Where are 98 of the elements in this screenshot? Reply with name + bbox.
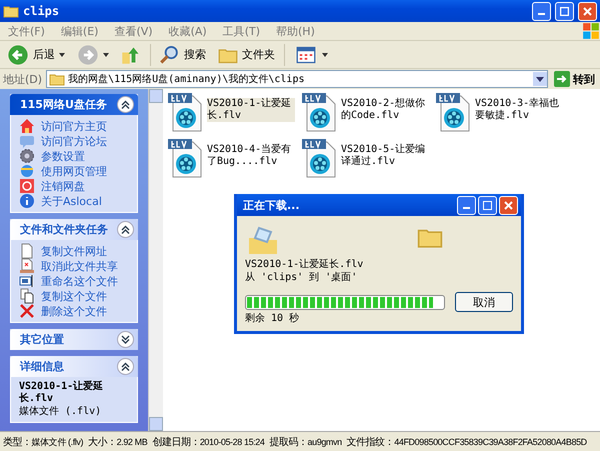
file-label[interactable]: VS2010-4-当爱有了Bug....flv [207, 144, 295, 168]
time-remaining: 剩余 10 秒 [245, 312, 300, 325]
status-label: 文件指纹： [346, 436, 394, 448]
speech-bubble-icon [19, 133, 35, 149]
maximize-icon [560, 6, 569, 16]
go-button[interactable]: 转到 [552, 71, 597, 87]
back-button[interactable]: 后退 [4, 42, 68, 66]
maximize-icon [483, 200, 492, 210]
cancel-button[interactable]: 取消 [455, 292, 513, 312]
browser-globe-icon [19, 163, 35, 179]
flv-file-icon [167, 138, 203, 178]
copy-route: 从 'clips' 到 '桌面' [245, 271, 358, 284]
flv-file-icon [301, 92, 337, 132]
shared-document-icon [19, 258, 35, 274]
panel-header[interactable]: 其它位置 [10, 329, 138, 350]
chevron-icon [121, 335, 130, 344]
status-label: 提取码： [270, 436, 308, 448]
file-label[interactable]: VS2010-5-让爱编译通过.flv [341, 144, 429, 168]
task-link[interactable]: 复制这个文件 [19, 289, 131, 303]
task-link[interactable]: 访问官方论坛 [19, 134, 131, 148]
status-label: 类型： [3, 436, 32, 448]
file-name: VS2010-1-让爱延长.flv [19, 381, 104, 405]
minimize-icon [538, 13, 545, 15]
search-button[interactable]: 搜索 [157, 42, 209, 66]
power-icon [19, 178, 35, 194]
search-icon [160, 44, 180, 64]
status-label: 大小： [88, 436, 117, 448]
caret-icon [322, 52, 328, 56]
task-link[interactable]: 使用网页管理 [19, 164, 131, 178]
caret-icon [59, 52, 65, 56]
chevron-icon [121, 100, 130, 109]
panel-title: 详细信息 [20, 359, 64, 374]
flv-file-icon [435, 92, 471, 132]
collapse-toggle[interactable] [117, 358, 134, 375]
task-link[interactable]: 关于Aslocal [19, 194, 131, 208]
file-name: VS2010-1-让爱延长.flv [245, 258, 364, 271]
file-label[interactable]: VS2010-3-幸福也要敏捷.flv [475, 98, 563, 122]
status-value: 2.92 MB [116, 436, 148, 446]
menu-item[interactable]: 工具(T) [214, 24, 268, 38]
file-label[interactable]: VS2010-2-想做你的Code.flv [341, 98, 429, 122]
chevron-icon [121, 362, 130, 371]
folders-button[interactable]: 文件夹 [215, 42, 278, 66]
menu-item[interactable]: 编辑(E) [52, 24, 106, 38]
delete-x-icon [19, 303, 35, 319]
close-button[interactable] [499, 196, 518, 214]
menu-item[interactable]: 查看(V) [106, 24, 161, 38]
task-link[interactable]: 访问官方主页 [19, 119, 131, 133]
status-value: 2010-05-28 15:24 [200, 436, 264, 446]
scrollbar[interactable] [148, 89, 163, 431]
minimize-button[interactable] [457, 196, 476, 214]
window-title: clips [23, 4, 60, 18]
document-icon [19, 243, 35, 259]
flv-file-icon [301, 138, 337, 178]
views-icon [294, 44, 318, 64]
panel-title: 文件和文件夹任务 [20, 222, 108, 237]
address-field[interactable]: 我的网盘\115网络U盘(aminany)\我的文件\clips [46, 70, 548, 88]
collapse-toggle[interactable] [117, 331, 134, 348]
panel-title: 其它位置 [20, 332, 64, 347]
close-icon [583, 6, 592, 16]
panel-header[interactable]: 详细信息 [10, 356, 138, 377]
task-link[interactable]: 重命名这个文件 [19, 274, 131, 288]
copy-document-icon [19, 288, 35, 304]
file-label[interactable]: VS2010-1-让爱延长.flv [207, 98, 295, 122]
gear-icon [19, 148, 35, 164]
chevron-icon [121, 225, 130, 234]
flv-file-icon [167, 92, 203, 132]
status-value: au9gmvn [308, 436, 342, 446]
dialog-title: 正在下载... [243, 198, 301, 212]
maximize-button[interactable] [478, 196, 497, 214]
task-link[interactable]: 取消此文件共享 [19, 259, 131, 273]
collapse-toggle[interactable] [117, 221, 134, 238]
menu-item[interactable]: 帮助(H) [268, 24, 323, 38]
close-button[interactable] [578, 2, 597, 20]
minimize-button[interactable] [532, 2, 551, 20]
panel-header[interactable]: 文件和文件夹任务 [10, 219, 138, 240]
caret-icon [103, 52, 109, 56]
address-label: 地址(D) [3, 72, 42, 86]
windows-logo-icon [582, 22, 600, 40]
task-link[interactable]: 注销网盘 [19, 179, 131, 193]
task-link[interactable]: 删除这个文件 [19, 304, 131, 318]
status-value: 媒体文件 (.flv) [32, 436, 84, 448]
menu-item[interactable]: 收藏(A) [160, 24, 215, 38]
panel-title: 115网络U盘任务 [20, 97, 107, 112]
menu-item[interactable]: 文件(F) [0, 24, 53, 38]
file-type: 媒体文件 (.flv) [19, 406, 102, 418]
task-link[interactable]: 复制文件网址 [19, 244, 131, 258]
panel-header[interactable]: 115网络U盘任务 [10, 94, 138, 115]
close-icon [504, 200, 513, 210]
flying-papers-folder-icon [247, 224, 279, 256]
status-value: 44FD098500CCF35839C39A38F2FA52080A4B85D [394, 436, 587, 446]
rename-icon [19, 273, 35, 289]
info-icon [19, 193, 35, 209]
status-label: 创建日期： [152, 436, 200, 448]
task-link[interactable]: 参数设置 [19, 149, 131, 163]
minimize-icon [463, 207, 470, 209]
house-icon [19, 118, 35, 134]
maximize-button[interactable] [555, 2, 574, 20]
collapse-toggle[interactable] [117, 96, 134, 113]
